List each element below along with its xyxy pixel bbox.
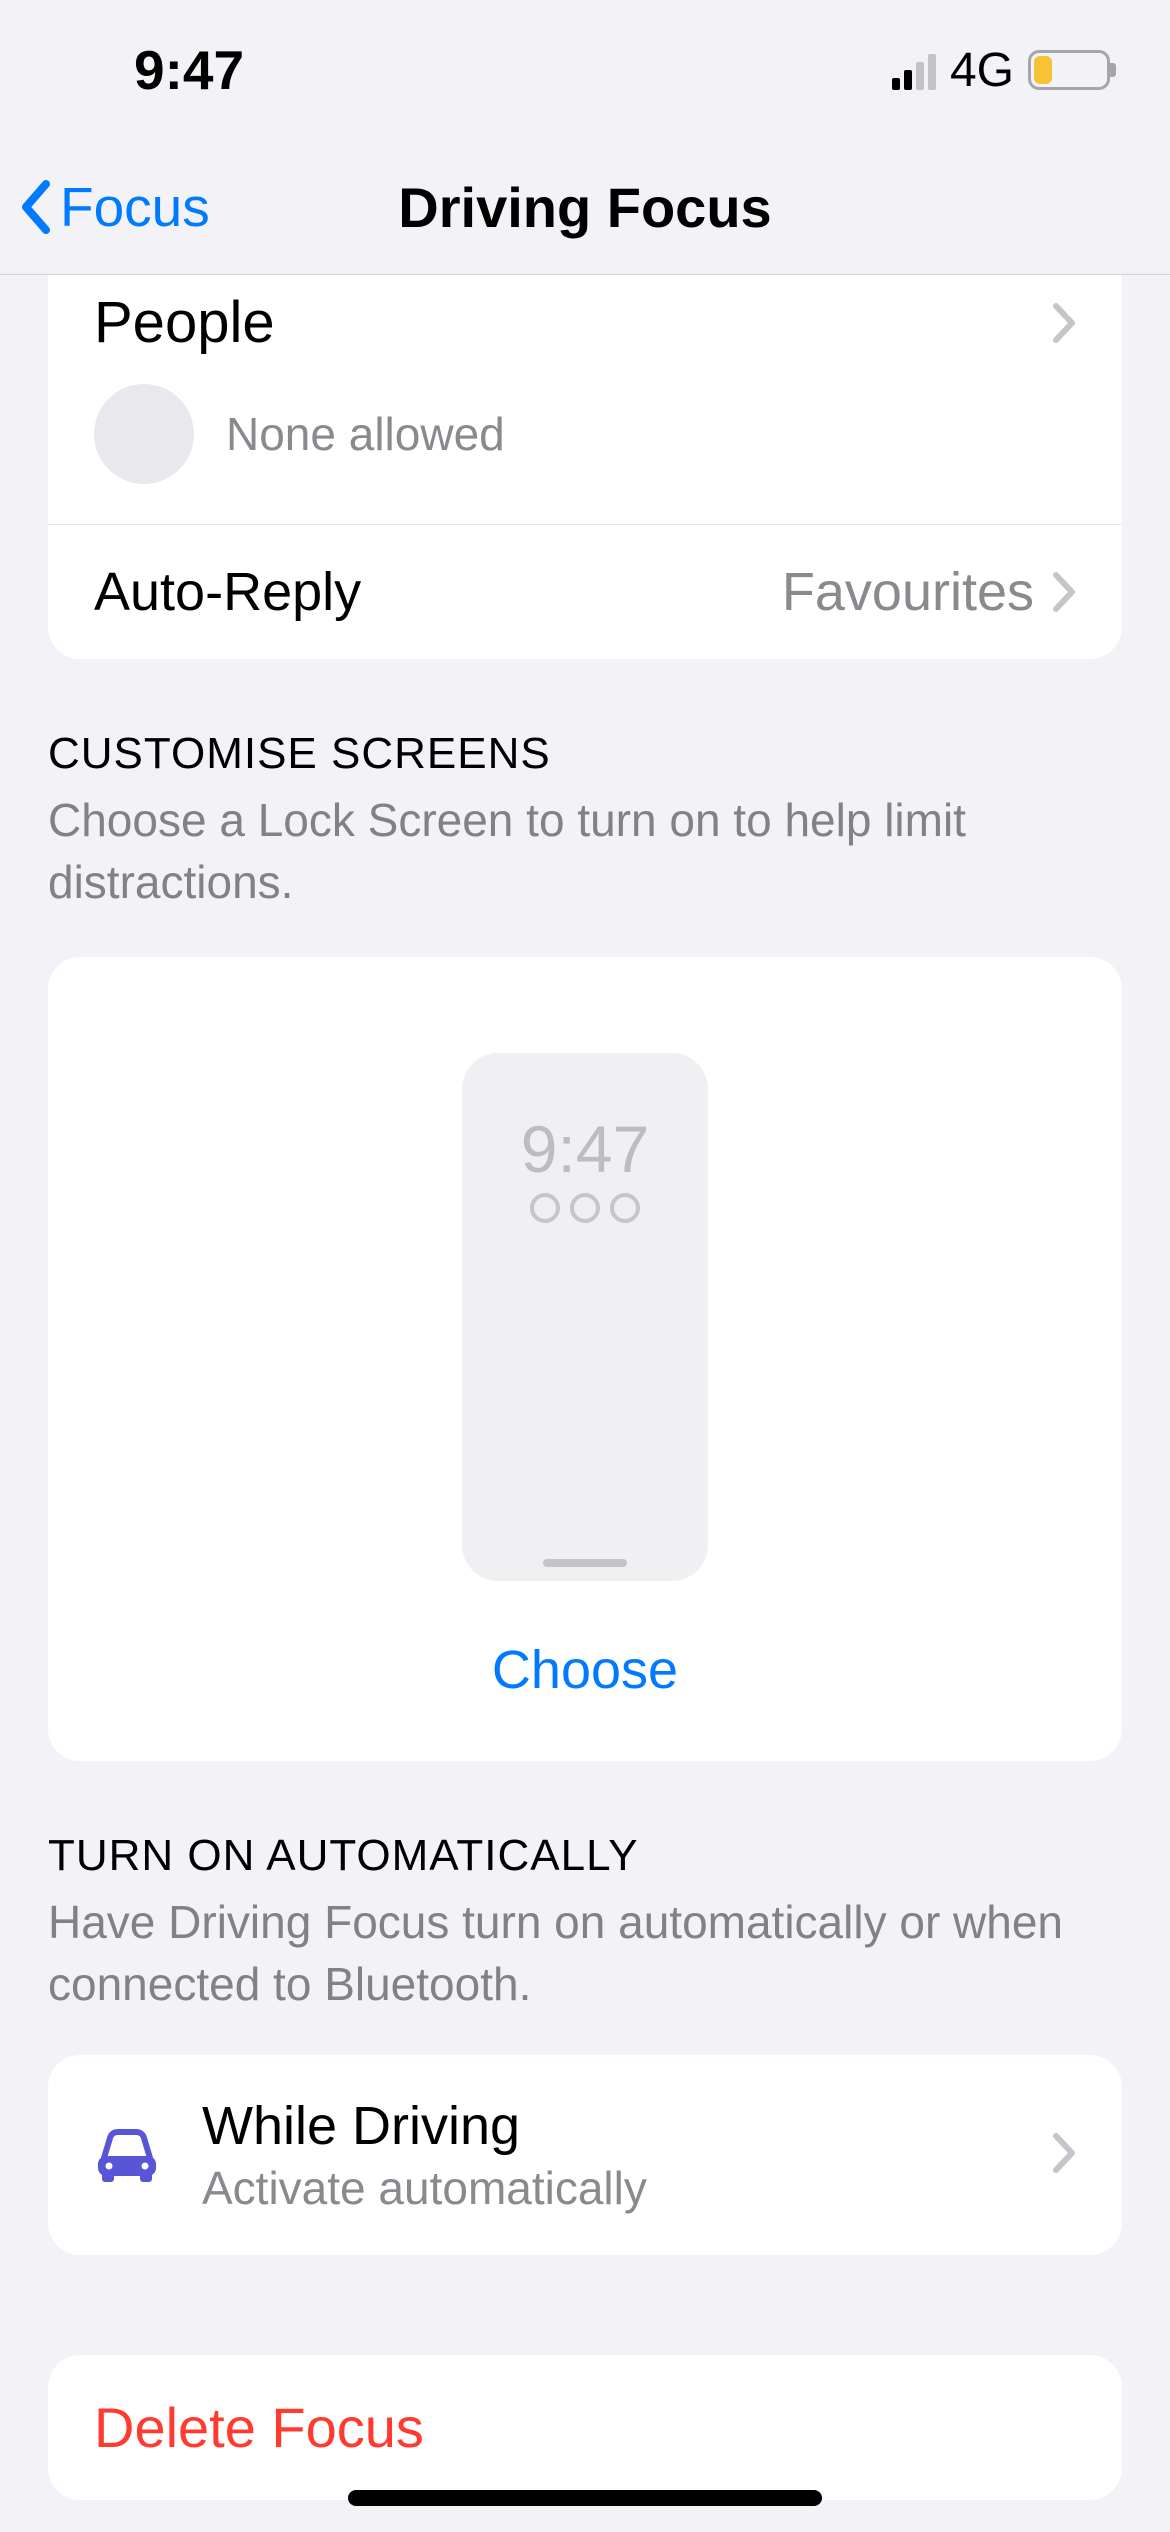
page-title: Driving Focus	[0, 175, 1170, 240]
chevron-right-icon	[1052, 302, 1076, 344]
while-driving-sub: Activate automatically	[202, 2161, 647, 2215]
car-icon	[94, 2126, 160, 2184]
choose-lock-screen-button[interactable]: Choose	[492, 1639, 678, 1701]
preview-widget-dots-icon	[530, 1193, 640, 1223]
preview-time: 9:47	[521, 1111, 649, 1187]
customise-title: CUSTOMISE SCREENS	[48, 729, 1122, 779]
delete-focus-button[interactable]: Delete Focus	[48, 2355, 1122, 2500]
preview-home-indicator-icon	[543, 1559, 627, 1567]
delete-card: Delete Focus	[48, 2355, 1122, 2500]
while-driving-title: While Driving	[202, 2095, 647, 2157]
avatar-placeholder-icon	[94, 384, 194, 484]
customise-screens-header: CUSTOMISE SCREENS Choose a Lock Screen t…	[0, 659, 1170, 913]
lock-screen-chooser-card: 9:47 Choose	[48, 957, 1122, 1761]
home-indicator[interactable]	[348, 2490, 822, 2506]
battery-icon	[1028, 50, 1110, 90]
people-sublabel: None allowed	[226, 407, 505, 461]
auto-reply-label: Auto-Reply	[94, 561, 361, 623]
content-scroll[interactable]: People None allowed Auto-Reply Favourite…	[0, 275, 1170, 2532]
status-time: 9:47	[134, 38, 244, 102]
network-type: 4G	[950, 43, 1014, 98]
chevron-right-icon	[1052, 571, 1076, 613]
lock-screen-preview[interactable]: 9:47	[462, 1053, 708, 1581]
people-label: People	[94, 289, 275, 356]
people-row[interactable]: People None allowed	[48, 275, 1122, 524]
while-driving-row[interactable]: While Driving Activate automatically	[48, 2055, 1122, 2255]
chevron-right-icon	[1052, 2132, 1076, 2174]
allowed-notifications-card: People None allowed Auto-Reply Favourite…	[48, 275, 1122, 659]
nav-bar: Focus Driving Focus	[0, 140, 1170, 275]
automatic-card: While Driving Activate automatically	[48, 2055, 1122, 2255]
status-bar: 9:47 4G	[0, 0, 1170, 140]
auto-reply-value: Favourites	[782, 561, 1034, 623]
automatic-subtitle: Have Driving Focus turn on automatically…	[48, 1891, 1122, 2015]
automatic-title: TURN ON AUTOMATICALLY	[48, 1831, 1122, 1881]
cellular-signal-icon	[892, 50, 936, 90]
status-indicators: 4G	[892, 43, 1110, 98]
auto-reply-row[interactable]: Auto-Reply Favourites	[48, 524, 1122, 659]
automatic-header: TURN ON AUTOMATICALLY Have Driving Focus…	[0, 1761, 1170, 2015]
customise-subtitle: Choose a Lock Screen to turn on to help …	[48, 789, 1122, 913]
